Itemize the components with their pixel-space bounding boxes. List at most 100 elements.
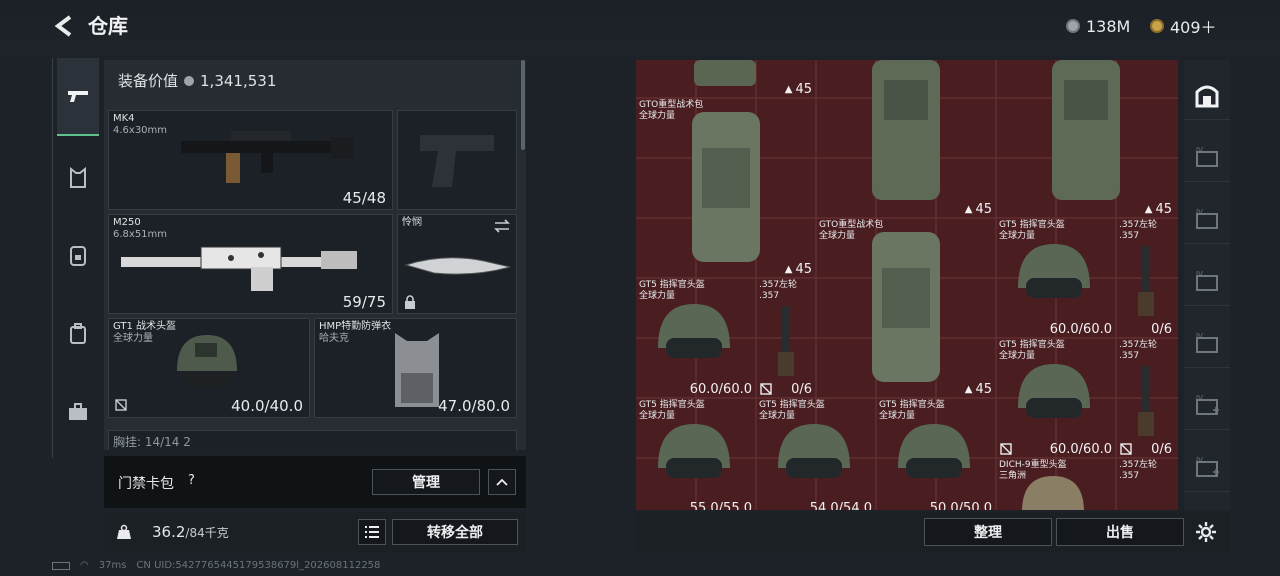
inventory-item-helmet[interactable]: GT5 指挥官头盔 全球力量 54.0/54.0 xyxy=(756,398,876,510)
chest-rig-row[interactable]: 胸挂: 14/14 2 xyxy=(108,430,517,450)
item-name: .357左轮 xyxy=(1119,220,1158,230)
item-quantity: ▲ 45 xyxy=(1144,202,1172,217)
equipment-value: 1,341,531 xyxy=(200,71,277,90)
manage-button[interactable]: 管理 xyxy=(372,469,480,495)
equipment-value-label: 装备价值 xyxy=(118,72,179,90)
pistol-icon xyxy=(68,91,88,102)
item-name: GT5 指挥官头盔 xyxy=(999,340,1065,350)
armor-slot[interactable]: HMP特勤防弹衣 哈夫克 47.0/80.0 xyxy=(314,318,517,418)
nav-case-5[interactable]: IV xyxy=(1184,380,1230,430)
sidearm-slot[interactable] xyxy=(397,110,517,210)
helmet-icon xyxy=(1018,364,1090,418)
pistol-silhouette-icon xyxy=(420,135,494,187)
swap-icon[interactable] xyxy=(494,219,510,233)
damaged-icon xyxy=(1000,443,1012,455)
item-quantity: ▲ 45 xyxy=(784,82,812,97)
collapse-button[interactable] xyxy=(488,469,516,495)
helmet-icon xyxy=(778,424,850,478)
item-ammo: 0/6 xyxy=(791,382,812,397)
container-nav: IV IV IV IV IV IV xyxy=(1184,60,1230,510)
item-name: GT5 指挥官头盔 xyxy=(639,400,705,410)
damaged-icon xyxy=(1120,443,1132,455)
item-durability: 60.0/60.0 xyxy=(1049,322,1112,337)
svg-text:IV: IV xyxy=(1196,270,1203,278)
weight-icon xyxy=(112,520,136,544)
case-iv-icon: IV xyxy=(1196,270,1218,291)
helmet-icon xyxy=(1018,244,1090,298)
nav-backpack[interactable] xyxy=(57,314,99,354)
gold-currency[interactable]: 409＋ xyxy=(1150,14,1217,38)
inventory-item-revolver[interactable]: .357左轮 .357 0/6 xyxy=(1116,218,1176,338)
backpack-icon xyxy=(692,112,760,262)
equipment-scrollbar[interactable] xyxy=(521,60,525,150)
item-name: .357左轮 xyxy=(759,280,798,290)
nav-case-6[interactable]: IV xyxy=(1184,442,1230,492)
item-ammo: 0/6 xyxy=(1151,322,1172,337)
category-nav xyxy=(52,58,102,458)
sell-button[interactable]: 出售 xyxy=(1056,518,1184,546)
inventory-item-gto-backpack[interactable]: GTO重型战术包 全球力量 ▲ 45 xyxy=(636,98,816,278)
inventory-item-helmet[interactable]: GT5 指挥官头盔 全球力量 60.0/60.0 xyxy=(996,338,1116,458)
item-name: GT5 指挥官头盔 xyxy=(759,400,825,410)
helmet-icon xyxy=(658,424,730,478)
help-icon[interactable]: ? xyxy=(188,473,195,488)
inventory-item-revolver[interactable]: .357左轮 .357 0/6 xyxy=(756,278,816,398)
helmet-icon xyxy=(1022,476,1084,510)
silver-currency: 138M xyxy=(1066,14,1130,38)
inventory-item-backpack[interactable]: ▲ 45 xyxy=(636,60,816,98)
weight-readout: 36.2 /84千克 xyxy=(152,523,229,541)
nav-case-3[interactable]: IV xyxy=(1184,256,1230,306)
item-caliber: .357 xyxy=(1119,231,1140,241)
inventory-item-helmet[interactable]: GT5 指挥官头盔 全球力量 60.0/60.0 xyxy=(636,278,756,398)
case-iv-add-icon: IV xyxy=(1196,456,1219,477)
revolver-icon xyxy=(1138,366,1154,436)
list-view-button[interactable] xyxy=(358,519,386,545)
back-button[interactable] xyxy=(50,12,78,40)
inventory-actions: 整理 出售 xyxy=(636,512,1230,552)
inventory-item-backpack[interactable]: ▲ 45 xyxy=(816,60,996,218)
transfer-all-button[interactable]: 转移全部 xyxy=(392,519,518,545)
inventory-item-helmet[interactable]: GT5 指挥官头盔 全球力量 55.0/55.0 xyxy=(636,398,756,510)
nav-case-4[interactable]: IV xyxy=(1184,318,1230,368)
nav-case-1[interactable]: IV xyxy=(1184,132,1230,182)
page-title: 仓库 xyxy=(88,14,128,38)
item-durability: 60.0/60.0 xyxy=(689,382,752,397)
item-quantity: ▲ 45 xyxy=(964,382,992,397)
inventory-item-gto-backpack[interactable]: GTO重型战术包 全球力量 ▲ 45 xyxy=(816,218,996,398)
weapon-durability: 45/48 xyxy=(342,189,386,207)
settings-button[interactable] xyxy=(1194,520,1218,544)
sort-button[interactable]: 整理 xyxy=(924,518,1052,546)
inventory-item-backpack[interactable]: ▲ 45 xyxy=(996,60,1176,218)
list-icon xyxy=(365,526,379,538)
item-name: DICH-9重型头盔 xyxy=(999,460,1067,470)
melee-slot[interactable]: 怜悯 xyxy=(397,214,517,314)
inventory-item-helmet[interactable]: GT5 指挥官头盔 全球力量 60.0/60.0 xyxy=(996,218,1116,338)
backpack-icon xyxy=(872,60,940,200)
inventory-item-revolver[interactable]: .357左轮 .357 0/6 xyxy=(1116,338,1176,458)
item-durability: 60.0/60.0 xyxy=(1049,442,1112,457)
status-bar: ◠ 37ms CN UID:5427765445179538679l_20260… xyxy=(52,560,380,571)
melee-name: 怜悯 xyxy=(402,217,422,228)
lock-icon xyxy=(405,295,415,309)
item-name: GT5 指挥官头盔 xyxy=(639,280,705,290)
nav-case-2[interactable]: IV xyxy=(1184,194,1230,244)
nav-vault[interactable] xyxy=(1184,70,1230,120)
weapon-caliber: 4.6x30mm xyxy=(113,125,168,136)
item-brand: 全球力量 xyxy=(819,231,856,241)
silver-amount: 138M xyxy=(1086,16,1131,36)
revolver-icon xyxy=(1138,246,1154,316)
primary-weapon-slot-2[interactable]: M250 6.8x51mm 59/75 xyxy=(108,214,393,314)
nav-armor[interactable] xyxy=(57,158,99,198)
nav-weapons[interactable] xyxy=(57,58,99,136)
nav-case[interactable] xyxy=(57,392,99,432)
nav-chest-rig[interactable] xyxy=(57,236,99,276)
chest-rig-label: 胸挂: 14/14 2 xyxy=(113,435,191,449)
access-card-label: 门禁卡包 xyxy=(118,476,174,492)
inventory-item-helmet[interactable]: GT5 指挥官头盔 全球力量 50.0/50.0 xyxy=(876,398,996,510)
inventory-item-revolver[interactable]: .357左轮 .357 xyxy=(1116,458,1176,510)
inventory-item-helmet[interactable]: DICH-9重型头盔 三角洲 xyxy=(996,458,1116,510)
item-caliber: .357 xyxy=(1119,351,1140,361)
briefcase-icon xyxy=(69,403,87,420)
helmet-slot[interactable]: GT1 战术头盔 全球力量 40.0/40.0 xyxy=(108,318,310,418)
primary-weapon-slot-1[interactable]: MK4 4.6x30mm 45/48 xyxy=(108,110,393,210)
